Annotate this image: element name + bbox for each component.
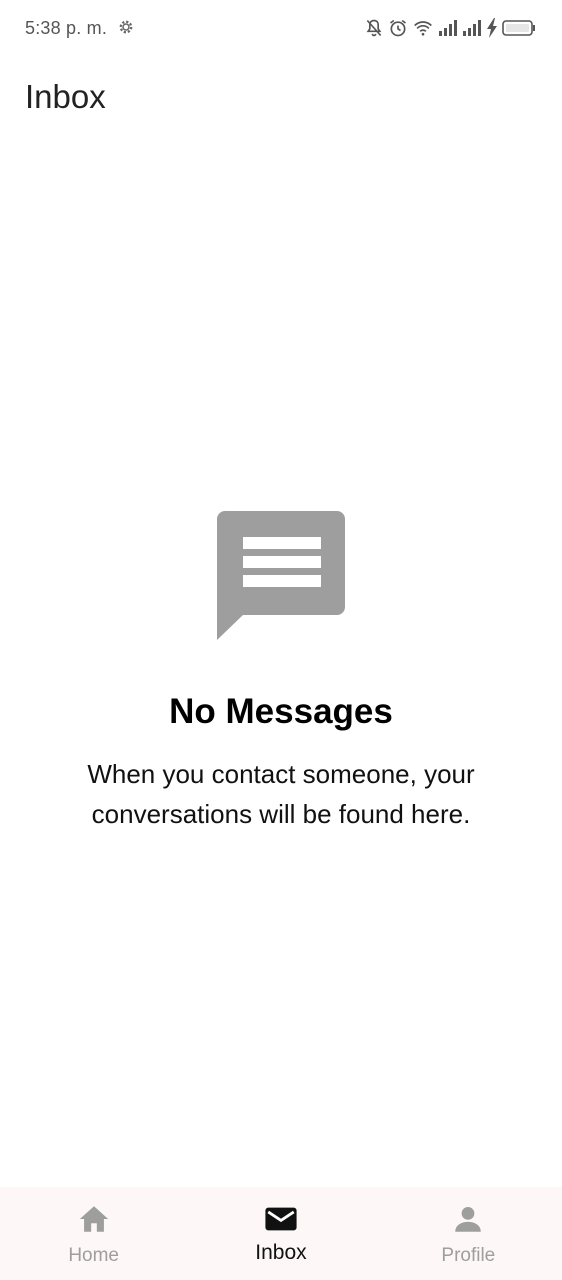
status-time: 5:38 p. m.	[25, 18, 108, 38]
home-icon	[79, 1206, 108, 1232]
nav-item-profile[interactable]: Profile	[375, 1187, 562, 1280]
message-icon	[217, 511, 345, 640]
alarm-icon	[390, 19, 406, 37]
nav-item-inbox[interactable]: Inbox	[187, 1187, 374, 1280]
bottom-navigation: Home Inbox Profile	[0, 1187, 562, 1280]
nav-label-inbox: Inbox	[255, 1241, 307, 1264]
empty-state: No Messages When you contact someone, yo…	[0, 508, 562, 834]
wifi-icon	[414, 21, 432, 36]
mail-icon	[265, 1207, 297, 1231]
nav-label-home: Home	[68, 1245, 119, 1266]
charging-icon	[487, 18, 497, 38]
empty-state-title: No Messages	[169, 692, 393, 731]
empty-state-text: When you contact someone, your conversat…	[87, 759, 475, 829]
signal-icon	[463, 20, 481, 36]
status-bar: 5:38 p. m.	[0, 0, 562, 56]
nav-label-profile: Profile	[441, 1245, 496, 1266]
settings-gear-icon	[119, 20, 133, 34]
person-icon	[455, 1206, 482, 1232]
battery-icon	[502, 20, 535, 36]
status-icons	[364, 16, 536, 40]
page-title: Inbox	[25, 78, 106, 115]
nav-item-home[interactable]: Home	[0, 1187, 187, 1280]
signal-icon	[439, 20, 457, 36]
mute-notifications-icon	[366, 19, 382, 37]
